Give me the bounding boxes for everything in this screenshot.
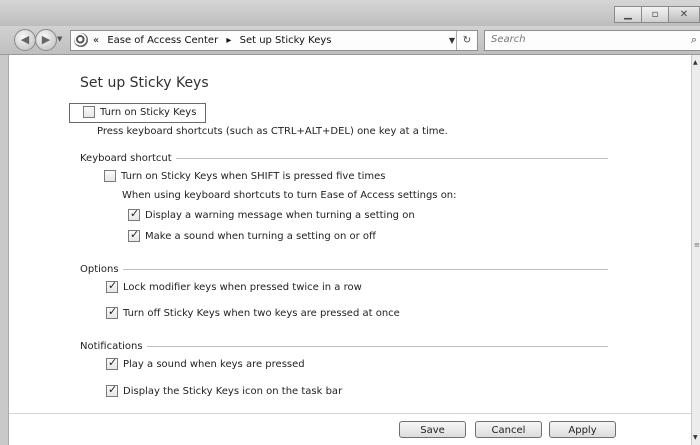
- checkbox-box[interactable]: ✓: [106, 356, 118, 370]
- address-dropdown-icon[interactable]: ▼: [449, 31, 455, 50]
- turn-off-two-keys-checkbox[interactable]: ✓ Turn off Sticky Keys when two keys are…: [106, 305, 400, 319]
- maximize-icon: ▫: [651, 9, 659, 20]
- checkbox-label: Display a warning message when turning a…: [145, 209, 415, 221]
- group-heading: Keyboard shortcut: [80, 152, 176, 164]
- checkbox-box[interactable]: ✓: [106, 383, 118, 397]
- checkbox-label: Play a sound when keys are pressed: [123, 358, 305, 370]
- window-controls: ▁ ▫ ✕: [614, 6, 700, 23]
- taskbar-icon-checkbox[interactable]: ✓ Display the Sticky Keys icon on the ta…: [106, 383, 343, 397]
- apply-button[interactable]: Apply: [549, 421, 616, 438]
- checkmark-icon: ✓: [108, 305, 118, 318]
- checkbox-label: Make a sound when turning a setting on o…: [145, 230, 376, 242]
- keyboard-shortcut-group: Keyboard shortcut: [80, 152, 608, 164]
- breadcrumb-ease-of-access-center[interactable]: Ease of Access Center: [107, 35, 218, 46]
- group-divider: [122, 268, 608, 270]
- checkmark-icon: ✓: [130, 207, 140, 220]
- turn-on-sticky-keys-checkbox[interactable]: Turn on Sticky Keys: [83, 106, 196, 118]
- control-panel-icon: [74, 33, 88, 47]
- forward-button[interactable]: ▶: [35, 29, 57, 51]
- notifications-group: Notifications: [80, 340, 608, 352]
- checkbox-box[interactable]: ✓: [106, 305, 118, 319]
- minimize-button[interactable]: ▁: [614, 6, 642, 23]
- shift-five-times-checkbox[interactable]: Turn on Sticky Keys when SHIFT is presse…: [104, 170, 385, 182]
- group-divider: [146, 345, 608, 347]
- checkbox-label: Turn on Sticky Keys: [100, 106, 197, 118]
- sticky-keys-description: Press keyboard shortcuts (such as CTRL+A…: [97, 126, 448, 137]
- close-icon: ✕: [679, 9, 689, 20]
- options-group: Options: [80, 263, 608, 275]
- navigation-bar: ◀ ▶ ▼ « Ease of Access Center ▸ Set up S…: [0, 26, 700, 55]
- search-input[interactable]: [489, 33, 673, 46]
- group-divider: [175, 157, 608, 159]
- checkmark-icon: ✓: [108, 383, 118, 396]
- checkbox-label: Turn off Sticky Keys when two keys are p…: [123, 307, 400, 319]
- warning-message-checkbox[interactable]: ✓ Display a warning message when turning…: [128, 207, 415, 221]
- back-arrow-icon: ◀: [20, 33, 30, 46]
- refresh-icon: ↻: [462, 35, 472, 46]
- scroll-down-icon[interactable]: ▼: [693, 434, 698, 441]
- play-sound-checkbox[interactable]: ✓ Play a sound when keys are pressed: [106, 356, 305, 370]
- save-button[interactable]: Save: [399, 421, 466, 438]
- breadcrumb-overflow-button[interactable]: «: [93, 35, 99, 46]
- checkmark-icon: ✓: [130, 228, 140, 241]
- group-heading: Notifications: [80, 340, 147, 352]
- page-title: Set up Sticky Keys: [80, 75, 209, 91]
- vertical-scrollbar[interactable]: ▲ ≡ ▼: [691, 55, 700, 445]
- maximize-button[interactable]: ▫: [641, 6, 669, 23]
- search-box: ⌕: [484, 30, 700, 51]
- checkbox-box[interactable]: [104, 170, 116, 182]
- close-button[interactable]: ✕: [668, 6, 700, 23]
- scroll-up-icon[interactable]: ▲: [693, 59, 698, 66]
- checkbox-label: Lock modifier keys when pressed twice in…: [123, 281, 362, 293]
- make-sound-checkbox[interactable]: ✓ Make a sound when turning a setting on…: [128, 228, 376, 242]
- shortcut-note: When using keyboard shortcuts to turn Ea…: [122, 190, 457, 201]
- cancel-button[interactable]: Cancel: [475, 421, 542, 438]
- breadcrumb-separator-icon[interactable]: ▸: [226, 35, 231, 46]
- group-heading: Options: [80, 263, 123, 275]
- checkbox-label: Display the Sticky Keys icon on the task…: [123, 385, 343, 397]
- back-button[interactable]: ◀: [14, 29, 36, 51]
- footer-divider: [9, 413, 692, 414]
- forward-arrow-icon: ▶: [41, 33, 51, 46]
- title-bar: ▁ ▫ ✕: [0, 0, 700, 26]
- lock-modifier-keys-checkbox[interactable]: ✓ Lock modifier keys when pressed twice …: [106, 279, 362, 293]
- checkbox-label: Turn on Sticky Keys when SHIFT is presse…: [121, 170, 386, 182]
- search-icon[interactable]: ⌕: [691, 33, 697, 47]
- checkbox-box[interactable]: ✓: [128, 207, 140, 221]
- recent-pages-dropdown-icon[interactable]: ▼: [57, 35, 62, 43]
- checkmark-icon: ✓: [108, 279, 118, 292]
- control-panel-window: ▁ ▫ ✕ ◀ ▶ ▼ « Ease of Access Center ▸ Se…: [0, 0, 700, 445]
- minimize-icon: ▁: [624, 9, 632, 20]
- content-pane: Set up Sticky Keys Turn on Sticky Keys P…: [8, 55, 692, 445]
- checkbox-box[interactable]: [83, 106, 95, 118]
- breadcrumb-set-up-sticky-keys[interactable]: Set up Sticky Keys: [240, 35, 332, 46]
- scroll-grip-icon[interactable]: ≡: [694, 241, 700, 249]
- address-bar[interactable]: « Ease of Access Center ▸ Set up Sticky …: [70, 30, 478, 51]
- checkbox-box[interactable]: ✓: [106, 279, 118, 293]
- checkbox-box[interactable]: ✓: [128, 228, 140, 242]
- checkmark-icon: ✓: [108, 356, 118, 369]
- refresh-button[interactable]: ↻: [456, 31, 477, 50]
- breadcrumb: « Ease of Access Center ▸ Set up Sticky …: [93, 31, 331, 50]
